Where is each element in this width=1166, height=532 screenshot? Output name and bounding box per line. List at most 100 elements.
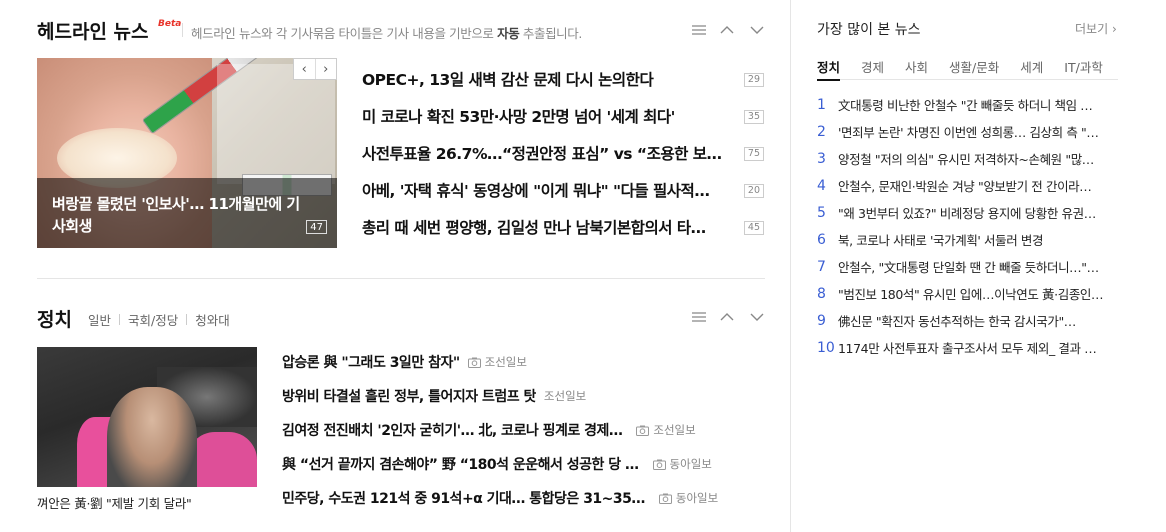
- rank-number: 4: [817, 177, 826, 194]
- article-link[interactable]: 방위비 타결설 흘린 정부, 틀어지자 트럼프 탓: [282, 386, 536, 406]
- tab-it-science[interactable]: IT/과학: [1064, 48, 1103, 79]
- column-divider: [790, 0, 791, 532]
- article-count-badge[interactable]: 75: [743, 147, 764, 161]
- article-link[interactable]: "왜 3번부터 있죠?" 비례정당 용지에 당황한 유권…: [838, 203, 1096, 222]
- prev-arrow-icon[interactable]: ‹: [294, 59, 316, 79]
- desc-bold: 자동: [497, 26, 520, 41]
- source-name: 조선일보: [543, 389, 587, 403]
- list-item[interactable]: 2 '면죄부 논란' 차명진 이번엔 성희롱… 김상희 측 "…: [817, 118, 1109, 145]
- list-item[interactable]: OPEC+, 13일 새벽 감산 문제 다시 논의한다 29: [362, 64, 764, 101]
- article-link[interactable]: 북, 코로나 사태로 '국가계획' 서둘러 변경: [838, 230, 1043, 249]
- article-link[interactable]: 文대통령 비난한 안철수 "간 빼줄듯 하더니 책임 …: [838, 95, 1092, 114]
- list-item[interactable]: 김여정 전진배치 '2인자 굳히기'… 北, 코로나 핑계로 경제… 조선일보: [282, 413, 762, 447]
- headline-description: 헤드라인 뉴스와 각 기사묶음 타이틀은 기사 내용을 기반으로 자동 추출됩니…: [191, 23, 582, 42]
- list-item[interactable]: 1 文대통령 비난한 안철수 "간 빼줄듯 하더니 책임 …: [817, 91, 1109, 118]
- rank-number: 2: [817, 123, 826, 140]
- article-link[interactable]: 1174만 사전투표자 출구조사서 모두 제외_ 결과 …: [838, 338, 1096, 357]
- list-item[interactable]: 민주당, 수도권 121석 중 91석+α 기대… 통합당은 31~35… 동아…: [282, 481, 762, 515]
- list-item[interactable]: 與 “선거 끝까지 겸손해야” 野 “180석 운운해서 성공한 당 … 동아일…: [282, 447, 762, 481]
- tab-general[interactable]: 일반: [88, 310, 111, 329]
- source-name: 조선일보: [653, 423, 696, 437]
- list-item[interactable]: 사전투표율 26.7%…“정권안정 표심” vs “조용한 보수… 75: [362, 138, 764, 175]
- infographic-panel: [217, 64, 335, 184]
- headline-link[interactable]: 미 코로나 확진 53만·사망 2만명 넘어 '세계 최다': [362, 105, 732, 127]
- person-embracing: [107, 387, 197, 487]
- headline-photo[interactable]: 벼랑끝 몰렸던 '인보사'… 11개월만에 기사회생 47 ‹ ›: [37, 58, 337, 248]
- person-pink-jacket: [187, 432, 257, 487]
- headline-link[interactable]: 총리 때 세번 평양행, 김일성 만나 남북기본합의서 타…: [362, 216, 732, 238]
- article-count-badge[interactable]: 45: [743, 221, 764, 235]
- section-divider: [37, 278, 765, 279]
- tab-politics[interactable]: 정치: [817, 48, 841, 81]
- tab-assembly[interactable]: 국회/정당: [128, 310, 178, 329]
- source-label: 조선일보: [544, 388, 586, 404]
- menu-icon[interactable]: [691, 309, 707, 325]
- chevron-up-icon[interactable]: [719, 22, 735, 38]
- list-item[interactable]: 총리 때 세번 평양행, 김일성 만나 남북기본합의서 타… 45: [362, 212, 764, 249]
- headline-link[interactable]: 사전투표율 26.7%…“정권안정 표심” vs “조용한 보수…: [362, 142, 732, 164]
- headline-link[interactable]: 아베, '자택 휴식' 동영상에 "이게 뭐냐" "다들 필사적…: [362, 179, 732, 201]
- article-link[interactable]: '면죄부 논란' 차명진 이번엔 성희롱… 김상희 측 "…: [838, 122, 1098, 141]
- list-item[interactable]: 아베, '자택 휴식' 동영상에 "이게 뭐냐" "다들 필사적… 20: [362, 175, 764, 212]
- headline-link[interactable]: OPEC+, 13일 새벽 감산 문제 다시 논의한다: [362, 68, 732, 90]
- desc-text: 헤드라인 뉴스와 각 기사묶음 타이틀은 기사 내용을 기반으로: [191, 26, 498, 41]
- next-arrow-icon[interactable]: ›: [316, 59, 337, 79]
- list-item[interactable]: 8 "범진보 180석" 유시민 입에…이낙연도 黃·김종인도 …: [817, 280, 1109, 307]
- politics-photo-caption[interactable]: 껴안은 黃·劉 "제발 기회 달라": [37, 493, 192, 512]
- list-item[interactable]: 압승론 與 "그래도 3일만 참자" 조선일보: [282, 345, 762, 379]
- tab-bluehouse[interactable]: 청와대: [195, 310, 230, 329]
- list-item[interactable]: 방위비 타결설 흘린 정부, 틀어지자 트럼프 탓 조선일보: [282, 379, 762, 413]
- article-link[interactable]: 김여정 전진배치 '2인자 굳히기'… 北, 코로나 핑계로 경제…: [282, 420, 622, 440]
- rank-number: 9: [817, 312, 826, 329]
- list-item[interactable]: 3 양정철 "저의 의심" 유시민 저격하자~손혜원 "많…: [817, 145, 1109, 172]
- menu-icon[interactable]: [691, 22, 707, 38]
- divider: [119, 314, 121, 325]
- tab-world[interactable]: 세계: [1020, 48, 1043, 79]
- article-link[interactable]: 민주당, 수도권 121석 중 91석+α 기대… 통합당은 31~35…: [282, 488, 645, 508]
- divider: [186, 314, 188, 325]
- source-label: 동아일보: [652, 456, 712, 472]
- source-label: 동아일보: [658, 490, 719, 506]
- more-label: 더보기: [1075, 22, 1109, 36]
- article-count-badge[interactable]: 35: [743, 110, 764, 124]
- camera-icon: [652, 459, 666, 470]
- list-item[interactable]: 9 佛신문 "확진자 동선추적하는 한국 감시국가"…: [817, 307, 1109, 334]
- article-link[interactable]: 與 “선거 끝까지 겸손해야” 野 “180석 운운해서 성공한 당 …: [282, 454, 639, 474]
- camera-icon: [658, 493, 672, 504]
- list-item[interactable]: 10 1174만 사전투표자 출구조사서 모두 제외_ 결과 …: [817, 334, 1109, 361]
- politics-photo[interactable]: [37, 347, 257, 487]
- list-item[interactable]: 5 "왜 3번부터 있죠?" 비례정당 용지에 당황한 유권…: [817, 199, 1109, 226]
- headline-photo-caption[interactable]: 벼랑끝 몰렸던 '인보사'… 11개월만에 기사회생: [52, 193, 312, 237]
- article-link[interactable]: 안철수, 문재인·박원순 겨냥 "양보받기 전 간이라…: [838, 176, 1091, 195]
- politics-title[interactable]: 정치: [37, 305, 72, 332]
- rank-number: 7: [817, 258, 826, 275]
- article-count-badge[interactable]: 29: [743, 73, 764, 87]
- source-name: 동아일보: [675, 491, 719, 505]
- camera-icon: [636, 425, 650, 436]
- more-link[interactable]: 더보기 ›: [1075, 20, 1117, 37]
- list-item[interactable]: 4 안철수, 문재인·박원순 겨냥 "양보받기 전 간이라…: [817, 172, 1109, 199]
- article-link[interactable]: 안철수, "文대통령 단일화 땐 간 빼줄 듯하더니…"…: [838, 257, 1099, 276]
- source-name: 동아일보: [669, 457, 712, 471]
- list-item[interactable]: 7 안철수, "文대통령 단일화 땐 간 빼줄 듯하더니…"…: [817, 253, 1109, 280]
- rank-number: 5: [817, 204, 826, 221]
- desc-text-end: 추출됩니다.: [519, 26, 582, 41]
- tab-economy[interactable]: 경제: [861, 48, 884, 79]
- most-viewed-title: 가장 많이 본 뉴스: [817, 22, 921, 38]
- article-link[interactable]: 佛신문 "확진자 동선추적하는 한국 감시국가"…: [838, 311, 1076, 330]
- headline-header: 헤드라인 뉴스 Beta 헤드라인 뉴스와 각 기사묶음 타이틀은 기사 내용을…: [37, 16, 765, 46]
- chevron-right-icon: ›: [1108, 22, 1117, 36]
- tab-culture[interactable]: 생활/문화: [949, 48, 999, 79]
- list-item[interactable]: 미 코로나 확진 53만·사망 2만명 넘어 '세계 최다' 35: [362, 101, 764, 138]
- article-link[interactable]: 양정철 "저의 의심" 유시민 저격하자~손혜원 "많…: [838, 149, 1094, 168]
- rank-number: 6: [817, 231, 826, 248]
- headline-title[interactable]: 헤드라인 뉴스: [37, 17, 149, 44]
- article-count-badge[interactable]: 20: [743, 184, 764, 198]
- tab-society[interactable]: 사회: [905, 48, 928, 79]
- chevron-up-icon[interactable]: [719, 309, 735, 325]
- chevron-down-icon[interactable]: [749, 309, 765, 325]
- article-link[interactable]: "범진보 180석" 유시민 입에…이낙연도 黃·김종인도 …: [838, 284, 1109, 303]
- list-item[interactable]: 6 북, 코로나 사태로 '국가계획' 서둘러 변경: [817, 226, 1109, 253]
- chevron-down-icon[interactable]: [749, 22, 765, 38]
- article-link[interactable]: 압승론 與 "그래도 3일만 참자": [282, 352, 460, 372]
